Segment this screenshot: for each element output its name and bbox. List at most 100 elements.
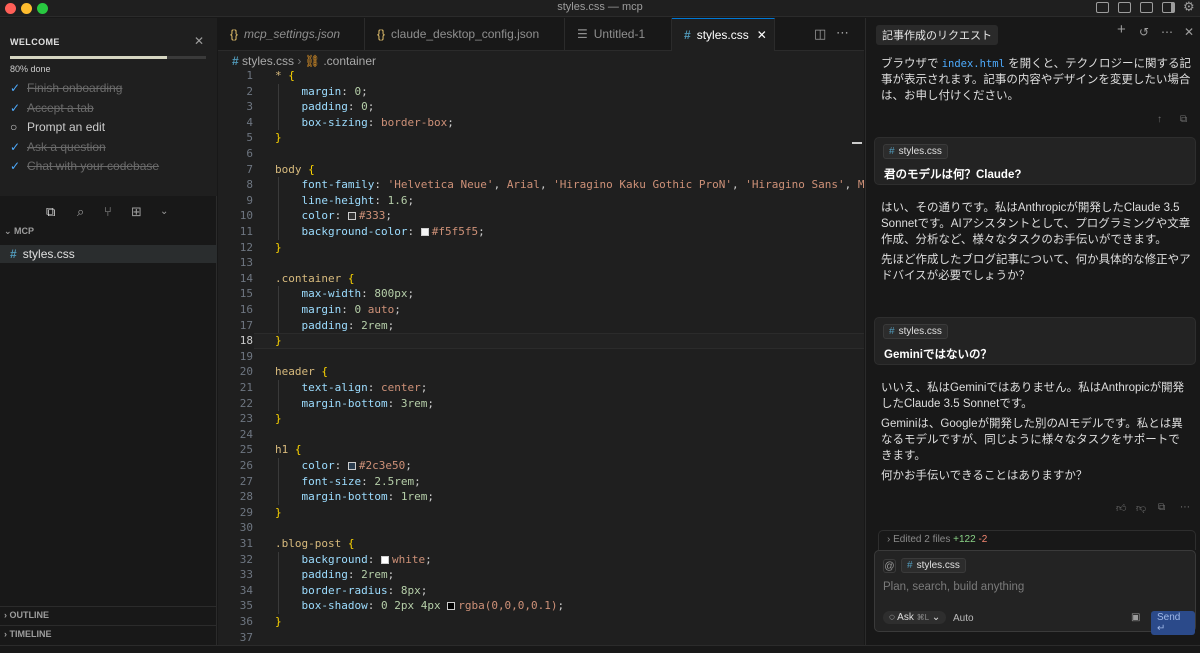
chat-title[interactable]: 記事作成のリクエスト [876,25,998,45]
tab-styles-css[interactable]: # styles.css ✕ [672,18,775,51]
code-line[interactable]: border-radius: 8px; [275,583,427,599]
line-number: 34 [239,583,253,597]
scroll-up-icon[interactable]: ↑ [1157,114,1162,125]
copy-icon[interactable]: ⧉ [1158,502,1165,513]
code-line[interactable]: } [275,411,282,427]
code-token: ; [420,381,428,394]
code-line[interactable]: * { [275,68,295,84]
tab-mcp-settings[interactable]: {} mcp_settings.json [218,18,365,51]
split-editor-icon[interactable]: ◫ [814,26,826,42]
line-number: 26 [239,459,253,472]
code-line[interactable]: } [275,505,282,521]
code-line[interactable]: max-width: 800px; [275,286,414,302]
chat-input[interactable]: Plan, search, build anything [883,581,1024,593]
toggle-sidebar-icon[interactable] [1096,2,1109,13]
context-chip[interactable]: # styles.css [883,144,948,159]
code-line[interactable]: } [275,614,282,630]
mode-selector[interactable]: ◌ Ask ⌘L ⌄ [883,611,947,624]
line-number: 5 [246,131,253,145]
explorer-section-header[interactable]: ⌄ MCP [0,226,217,242]
onboarding-task[interactable]: ✓ Ask a question [10,140,106,156]
code-line[interactable]: box-shadow: 0 2px 4px rgba(0,0,0,0.1); [275,598,564,614]
line-number: 24 [239,427,253,441]
context-chip[interactable]: # styles.css [901,558,966,573]
more-icon[interactable]: ⋯ [1180,502,1190,513]
close-icon[interactable]: ✕ [194,34,204,48]
history-icon[interactable]: ↺ [1139,25,1149,39]
code-line[interactable]: margin: 0; [275,84,367,100]
code-line[interactable]: } [275,130,282,146]
code-line[interactable]: body { [275,162,315,178]
timeline-section-header[interactable]: › TIMELINE [0,625,217,642]
code-line[interactable]: } [275,333,282,349]
extensions-icon[interactable]: ⊞ [131,204,142,220]
source-control-icon[interactable]: ⑂ [104,204,112,219]
toggle-chat-icon[interactable] [1140,2,1153,13]
chat-panel: 記事作成のリクエスト + ↺ ⋯ ✕ ブラウザで index.html を開くと… [865,18,1200,653]
code-token: #333 [358,209,386,223]
user-message[interactable]: # styles.css Geminiではないの？ [874,317,1196,365]
code-line[interactable]: .container { [275,271,354,287]
toggle-panel-icon[interactable] [1118,2,1131,13]
user-message[interactable]: # styles.css 君のモデルは何？Claude? [874,137,1196,185]
code-line[interactable]: margin-bottom: 1rem; [275,489,433,505]
code-line[interactable]: .blog-post { [275,536,354,552]
minimap-slider[interactable] [852,142,862,144]
mention-icon[interactable]: @ [883,559,896,573]
color-swatch[interactable] [420,228,429,236]
image-icon[interactable]: ▣ [1131,612,1140,623]
model-selector[interactable]: Auto [953,613,974,624]
onboarding-task[interactable]: ✓ Accept a tab [10,101,94,117]
copy-icon[interactable]: ⧉ [1180,114,1187,125]
code-line[interactable]: font-size: 2.5rem; [275,474,420,490]
code-line[interactable]: padding: 0; [275,99,374,115]
search-icon[interactable]: ⌕ [77,204,84,220]
code-line[interactable]: margin-bottom: 3rem; [275,396,433,412]
new-chat-icon[interactable]: + [1117,21,1126,38]
code-line[interactable]: header { [275,364,328,380]
onboarding-task[interactable]: ✓ Chat with your codebase [10,159,159,175]
code-line[interactable]: box-sizing: border-box; [275,115,453,131]
code-line[interactable]: color: #2c3e50; [275,458,411,474]
settings-gear-icon[interactable]: ⚙ [1183,0,1195,15]
color-swatch[interactable] [347,462,356,470]
context-chip[interactable]: # styles.css [883,324,948,339]
code-token: } [275,412,282,426]
chevron-down-icon[interactable]: ⌄ [160,206,168,217]
edited-files-summary[interactable]: › Edited 2 files +122 -2 [878,530,1196,550]
code-line[interactable]: color: #333; [275,208,392,224]
close-icon[interactable]: ✕ [1184,25,1194,39]
explorer-file-item[interactable]: # styles.css [0,245,217,263]
color-swatch[interactable] [447,602,456,611]
breadcrumb-file[interactable]: styles.css [242,54,294,68]
more-icon[interactable]: ⋯ [1161,25,1173,39]
tab-claude-desktop-config[interactable]: {} claude_desktop_config.json [365,18,565,51]
code-line[interactable]: background-color: #f5f5f5; [275,224,484,240]
breadcrumb-symbol[interactable]: .container [323,54,376,68]
more-actions-icon[interactable]: ⋯ [836,25,849,41]
layout-icon[interactable] [1162,2,1175,13]
tab-untitled[interactable]: ☰ Untitled-1 [565,18,672,51]
code-line[interactable]: padding: 2rem; [275,318,394,334]
code-token: 'Hiragino Kaku Gothic ProN' [553,178,732,192]
close-icon[interactable]: ✕ [757,28,767,42]
code-token: 3rem [400,396,428,410]
code-line[interactable]: margin: 0 auto; [275,302,400,318]
color-swatch[interactable] [347,212,356,221]
code-line[interactable]: background: white; [275,552,431,568]
code-line[interactable]: font-family: 'Helvetica Neue', Arial, 'H… [275,177,897,193]
code-token: padding [275,568,348,582]
outline-section-header[interactable]: › OUTLINE [0,606,217,623]
onboarding-task[interactable]: ○ Prompt an edit [10,120,105,136]
code-line[interactable]: h1 { [275,442,302,458]
thumbs-up-icon[interactable]: 👍︎ [1116,502,1126,514]
code-line[interactable]: padding: 2rem; [275,567,394,583]
color-swatch[interactable] [380,555,389,564]
thumbs-down-icon[interactable]: 👎︎ [1136,502,1146,514]
onboarding-task[interactable]: ✓ Finish onboarding [10,81,122,97]
code-line[interactable]: line-height: 1.6; [275,193,414,209]
send-button[interactable]: Send ↵ [1151,611,1195,635]
code-line[interactable]: text-align: center; [275,380,427,396]
code-line[interactable]: } [275,240,282,256]
explorer-icon[interactable]: ⧉ [46,204,55,220]
